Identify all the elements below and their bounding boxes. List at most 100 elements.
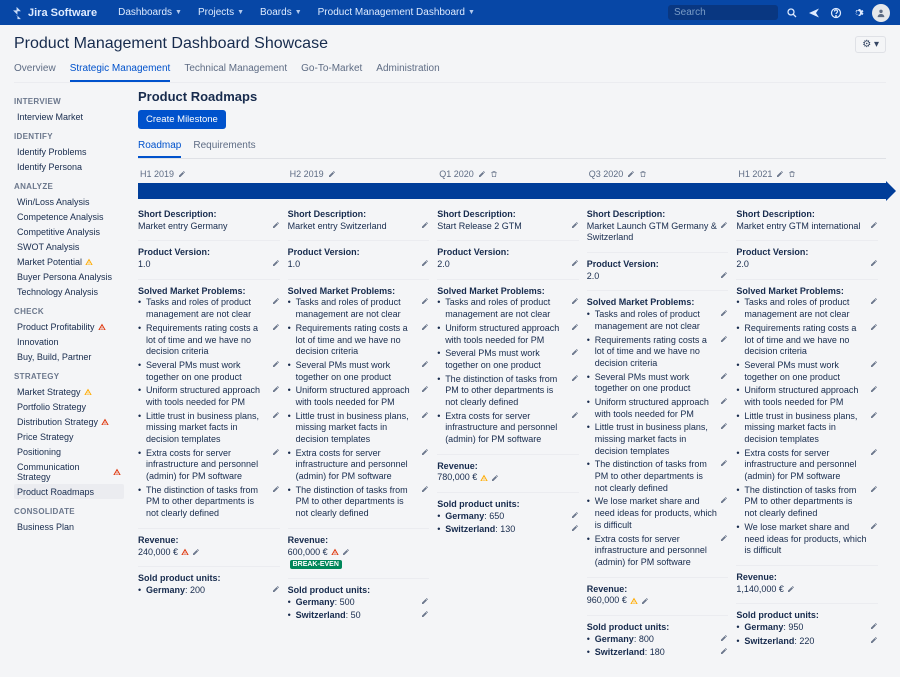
pencil-icon[interactable] [421, 323, 429, 331]
feedback-icon[interactable] [806, 5, 822, 21]
pencil-icon[interactable] [272, 221, 280, 229]
pencil-icon[interactable] [421, 259, 429, 267]
sidebar-item[interactable]: Positioning [14, 444, 124, 459]
tab[interactable]: Go-To-Market [301, 59, 362, 82]
pencil-icon[interactable] [272, 448, 280, 456]
pencil-icon[interactable] [272, 411, 280, 419]
nav-item[interactable]: Dashboards▼ [111, 4, 189, 21]
pencil-icon[interactable] [571, 524, 579, 532]
search-icon[interactable] [784, 5, 800, 21]
pencil-icon[interactable] [571, 511, 579, 519]
pencil-icon[interactable] [571, 323, 579, 331]
sidebar-item[interactable]: Portfolio Strategy [14, 399, 124, 414]
sidebar-item[interactable]: Win/Loss Analysis [14, 194, 124, 209]
tab[interactable]: Administration [376, 59, 439, 82]
sidebar-item[interactable]: Interview Market [14, 109, 124, 124]
pencil-icon[interactable] [272, 297, 280, 305]
pencil-icon[interactable] [328, 170, 336, 178]
pencil-icon[interactable] [870, 259, 878, 267]
pencil-icon[interactable] [870, 221, 878, 229]
sidebar-item[interactable]: Distribution Strategy [14, 414, 124, 429]
help-icon[interactable] [828, 5, 844, 21]
tab[interactable]: Strategic Management [70, 59, 171, 82]
pencil-icon[interactable] [272, 259, 280, 267]
pencil-icon[interactable] [571, 374, 579, 382]
pencil-icon[interactable] [870, 360, 878, 368]
pencil-icon[interactable] [720, 496, 728, 504]
sidebar-item[interactable]: Innovation [14, 334, 124, 349]
sidebar-item[interactable]: Business Plan [14, 519, 124, 534]
pencil-icon[interactable] [272, 585, 280, 593]
pencil-icon[interactable] [720, 335, 728, 343]
sidebar-item[interactable]: Price Strategy [14, 429, 124, 444]
pencil-icon[interactable] [421, 448, 429, 456]
sidebar-item[interactable]: Competence Analysis [14, 209, 124, 224]
subtab[interactable]: Requirements [193, 137, 255, 158]
pencil-icon[interactable] [870, 385, 878, 393]
pencil-icon[interactable] [720, 309, 728, 317]
pencil-icon[interactable] [571, 221, 579, 229]
pencil-icon[interactable] [870, 297, 878, 305]
trash-icon[interactable] [490, 170, 498, 178]
pencil-icon[interactable] [571, 259, 579, 267]
pencil-icon[interactable] [272, 485, 280, 493]
sidebar-item[interactable]: Buy, Build, Partner [14, 349, 124, 364]
pencil-icon[interactable] [720, 221, 728, 229]
nav-item[interactable]: Boards▼ [253, 4, 309, 21]
user-avatar[interactable] [872, 4, 890, 22]
sidebar-item[interactable]: Technology Analysis [14, 284, 124, 299]
settings-icon[interactable] [850, 5, 866, 21]
pencil-icon[interactable] [421, 360, 429, 368]
sidebar-item[interactable]: Product Roadmaps [14, 484, 124, 499]
create-milestone-button[interactable]: Create Milestone [138, 110, 226, 129]
pencil-icon[interactable] [342, 548, 350, 556]
pencil-icon[interactable] [627, 170, 635, 178]
pencil-icon[interactable] [421, 221, 429, 229]
pencil-icon[interactable] [421, 485, 429, 493]
pencil-icon[interactable] [720, 647, 728, 655]
pencil-icon[interactable] [720, 397, 728, 405]
pencil-icon[interactable] [870, 411, 878, 419]
subtab[interactable]: Roadmap [138, 137, 181, 158]
pencil-icon[interactable] [571, 411, 579, 419]
pencil-icon[interactable] [421, 610, 429, 618]
pencil-icon[interactable] [421, 385, 429, 393]
tab[interactable]: Technical Management [184, 59, 287, 82]
pencil-icon[interactable] [192, 548, 200, 556]
pencil-icon[interactable] [870, 485, 878, 493]
trash-icon[interactable] [788, 170, 796, 178]
pencil-icon[interactable] [870, 323, 878, 331]
pencil-icon[interactable] [421, 411, 429, 419]
pencil-icon[interactable] [421, 597, 429, 605]
brand[interactable]: Jira Software [10, 6, 97, 20]
pencil-icon[interactable] [272, 323, 280, 331]
pencil-icon[interactable] [720, 634, 728, 642]
pencil-icon[interactable] [571, 297, 579, 305]
pencil-icon[interactable] [421, 297, 429, 305]
sidebar-item[interactable]: Identify Persona [14, 159, 124, 174]
sidebar-item[interactable]: Identify Problems [14, 144, 124, 159]
sidebar-item[interactable]: Buyer Persona Analysis [14, 269, 124, 284]
sidebar-item[interactable]: Communication Strategy [14, 459, 124, 484]
pencil-icon[interactable] [272, 385, 280, 393]
pencil-icon[interactable] [776, 170, 784, 178]
trash-icon[interactable] [639, 170, 647, 178]
tab[interactable]: Overview [14, 59, 56, 82]
pencil-icon[interactable] [870, 448, 878, 456]
search-input[interactable] [668, 5, 778, 20]
pencil-icon[interactable] [641, 597, 649, 605]
pencil-icon[interactable] [272, 360, 280, 368]
pencil-icon[interactable] [870, 636, 878, 644]
nav-item[interactable]: Projects▼ [191, 4, 251, 21]
pencil-icon[interactable] [720, 534, 728, 542]
sidebar-item[interactable]: Market Strategy [14, 384, 124, 399]
sidebar-item[interactable]: Market Potential [14, 254, 124, 269]
pencil-icon[interactable] [720, 459, 728, 467]
pencil-icon[interactable] [478, 170, 486, 178]
page-actions-button[interactable]: ⚙ ▾ [855, 36, 886, 53]
sidebar-item[interactable]: Product Profitability [14, 319, 124, 334]
pencil-icon[interactable] [720, 372, 728, 380]
pencil-icon[interactable] [491, 474, 499, 482]
sidebar-item[interactable]: Competitive Analysis [14, 224, 124, 239]
pencil-icon[interactable] [178, 170, 186, 178]
